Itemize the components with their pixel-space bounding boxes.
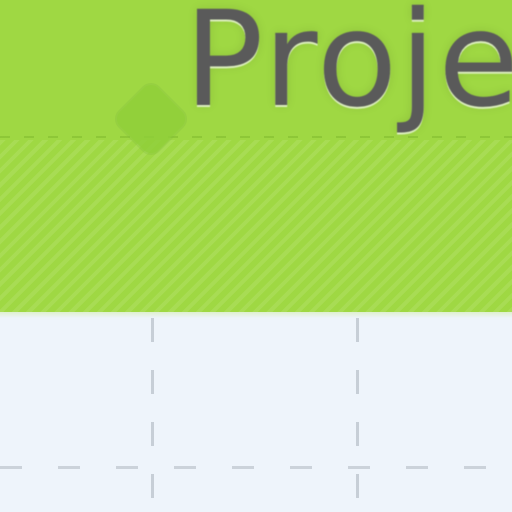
screen: Proje [0, 0, 512, 512]
grid-vertical-line [151, 318, 154, 512]
banner-stripe-pattern [0, 140, 512, 312]
grid-horizontal-line [0, 466, 512, 469]
grid-vertical-line [356, 318, 359, 512]
header-banner: Proje [0, 0, 512, 312]
page-title: Proje [184, 0, 512, 137]
grid-area [0, 318, 512, 512]
